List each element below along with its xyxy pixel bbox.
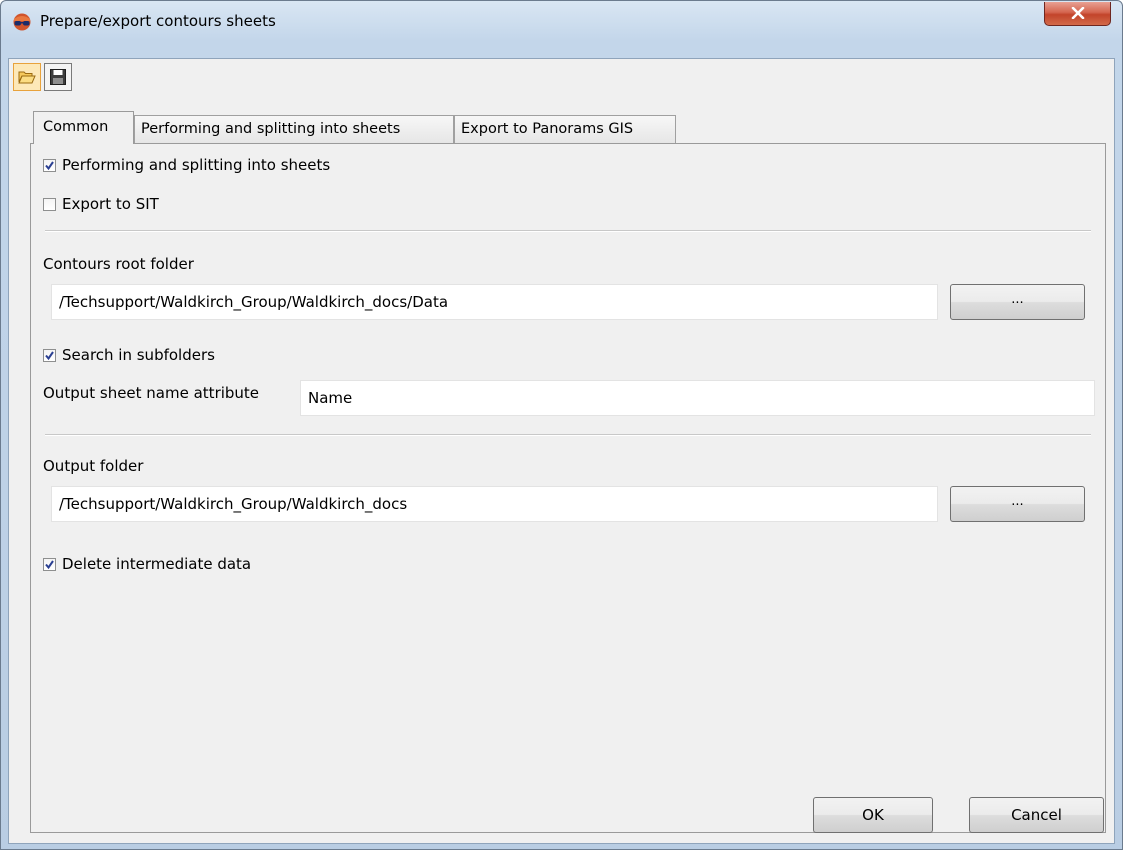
contours-root-folder-label: Contours root folder <box>43 255 194 273</box>
folder-open-icon <box>18 71 36 84</box>
delete-intermediate-checkbox[interactable] <box>43 557 56 571</box>
delete-intermediate-label: Delete intermediate data <box>62 555 252 573</box>
window-title: Prepare/export contours sheets <box>40 12 276 30</box>
tab-bar: Common Performing and splitting into she… <box>33 111 676 144</box>
separator <box>45 434 1091 436</box>
separator <box>45 230 1091 232</box>
ok-button[interactable]: OK <box>813 797 933 833</box>
title-bar[interactable]: Prepare/export contours sheets <box>1 1 1122 41</box>
search-subfolders-label: Search in subfolders <box>62 346 215 364</box>
search-subfolders-checkbox[interactable] <box>43 348 56 362</box>
tab-panel-common: Performing and splitting into sheets Exp… <box>30 143 1106 833</box>
output-sheet-name-attribute-label: Output sheet name attribute <box>43 384 260 402</box>
app-glasses-icon <box>13 13 31 31</box>
checkmark-icon <box>45 559 54 569</box>
contours-root-folder-input[interactable]: /Techsupport/Waldkirch_Group/Waldkirch_d… <box>51 284 938 320</box>
export-sit-label: Export to SIT <box>62 195 159 213</box>
output-sheet-name-attribute-input[interactable]: Name <box>300 380 1095 416</box>
close-icon <box>1071 7 1085 19</box>
browse-contours-root-button[interactable]: ... <box>950 284 1085 320</box>
export-sit-checkbox[interactable] <box>43 197 56 211</box>
close-button[interactable] <box>1044 2 1111 26</box>
dialog-window: Prepare/export contours sheets Common Pe… <box>0 0 1123 850</box>
delete-intermediate-option[interactable]: Delete intermediate data <box>43 555 251 573</box>
performing-splitting-checkbox[interactable] <box>43 158 56 172</box>
browse-output-folder-button[interactable]: ... <box>950 486 1085 522</box>
cancel-button[interactable]: Cancel <box>969 797 1104 833</box>
output-folder-input[interactable]: /Techsupport/Waldkirch_Group/Waldkirch_d… <box>51 486 938 522</box>
tab-common[interactable]: Common <box>33 111 134 144</box>
tab-performing-splitting[interactable]: Performing and splitting into sheets <box>134 115 454 143</box>
export-sit-option[interactable]: Export to SIT <box>43 195 159 213</box>
save-button[interactable] <box>44 63 72 91</box>
floppy-save-icon <box>50 69 66 85</box>
open-button[interactable] <box>13 63 41 91</box>
performing-splitting-label: Performing and splitting into sheets <box>62 156 331 174</box>
output-folder-label: Output folder <box>43 457 144 475</box>
dialog-client-area: Common Performing and splitting into she… <box>8 58 1115 844</box>
tab-export-panorams-gis[interactable]: Export to Panorams GIS <box>454 115 676 143</box>
checkmark-icon <box>45 160 54 170</box>
search-subfolders-option[interactable]: Search in subfolders <box>43 346 215 364</box>
performing-splitting-option[interactable]: Performing and splitting into sheets <box>43 156 330 174</box>
checkmark-icon <box>45 350 54 360</box>
